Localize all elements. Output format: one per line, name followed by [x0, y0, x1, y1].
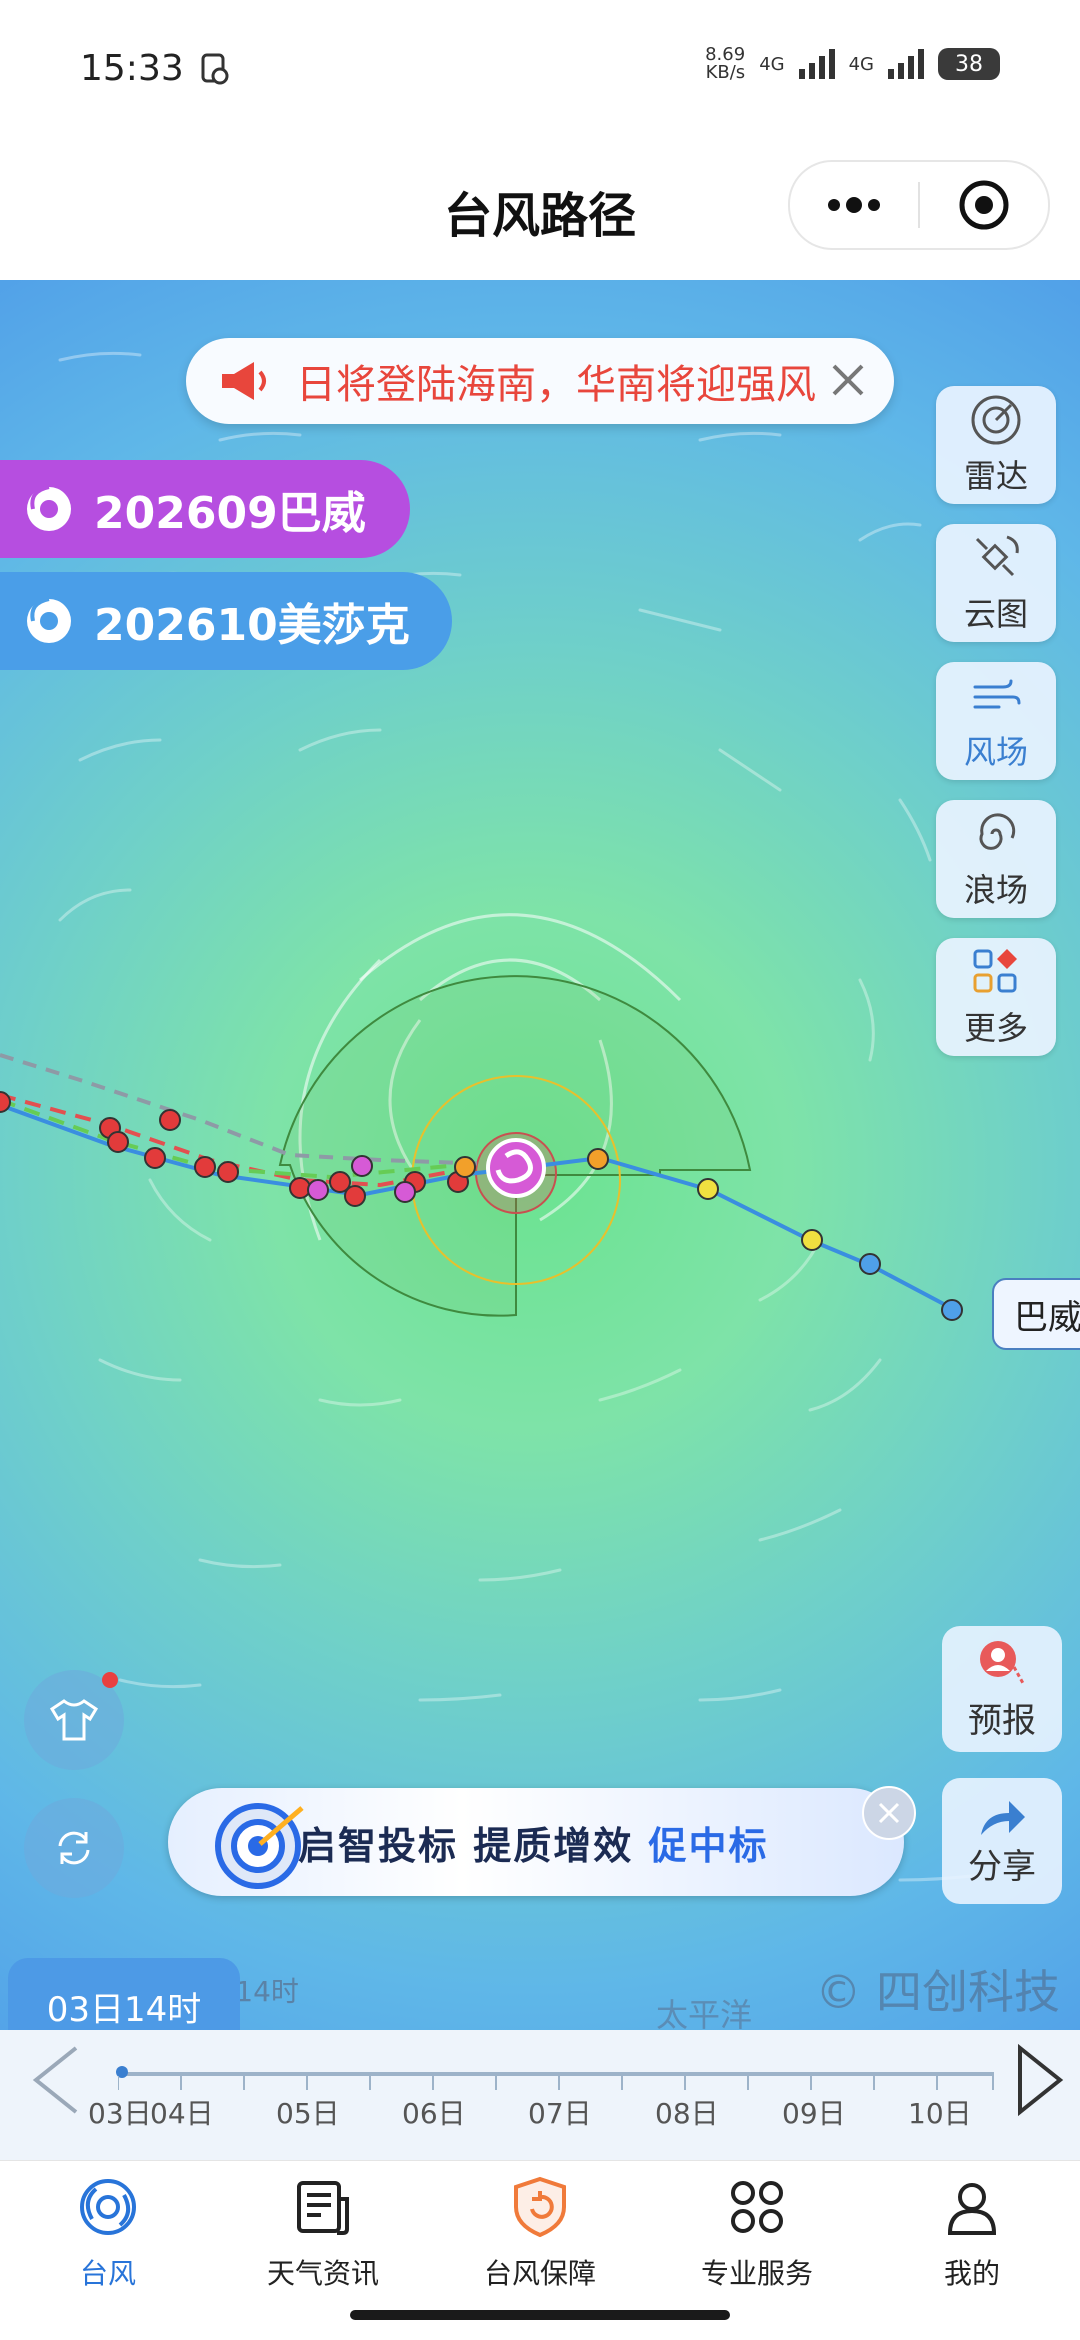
- more-grid-icon: [973, 949, 1017, 993]
- timeline-label: 03日: [88, 2097, 152, 2130]
- shirt-icon: [49, 1699, 99, 1741]
- status-time: 15:33: [80, 48, 184, 89]
- layer-style-button[interactable]: [24, 1670, 124, 1770]
- timeline-label: 06日: [402, 2097, 466, 2130]
- nav-mine[interactable]: 我的: [897, 2175, 1047, 2292]
- typhoon-icon: [27, 485, 71, 531]
- typhoon-map[interactable]: 巴威 日将登陆海南，华南将迎强风 202609巴威 202610美莎克 雷达 云…: [0, 280, 1080, 2030]
- copyright: © 四创科技: [815, 1965, 1060, 2019]
- promo-banner[interactable]: 启智投标 提质增效 促中标: [168, 1788, 904, 1896]
- share-button[interactable]: 分享: [942, 1778, 1062, 1904]
- nav-label: 台风: [79, 2257, 136, 2290]
- satellite-icon: [975, 535, 1019, 577]
- refresh-button[interactable]: [24, 1798, 124, 1898]
- ocean-label: 太平洋: [656, 1996, 753, 2030]
- typhoon-tab-2[interactable]: 202610美莎克: [0, 572, 452, 670]
- nav-label: 我的: [943, 2257, 1000, 2290]
- tool-more[interactable]: 更多: [936, 938, 1056, 1056]
- tool-radar[interactable]: 雷达: [936, 386, 1056, 504]
- notice-bar[interactable]: 日将登陆海南，华南将迎强风: [186, 338, 894, 424]
- target-icon: [959, 180, 1009, 230]
- prev-arrow-icon[interactable]: [26, 2040, 86, 2120]
- promo-text: 启智投标 提质增效 促中标: [298, 1823, 769, 1868]
- play-next-icon[interactable]: [1010, 2040, 1070, 2120]
- nav-label: 台风保障: [483, 2257, 596, 2290]
- forecast-button[interactable]: 预报: [942, 1626, 1062, 1752]
- lock-screen-icon: [201, 53, 229, 85]
- timeline-label: 09日: [782, 2097, 846, 2130]
- close-notice-icon[interactable]: [824, 356, 872, 404]
- nav-typhoon-guard[interactable]: 台风保障: [465, 2175, 615, 2292]
- timeline-label: 10日: [908, 2097, 972, 2130]
- signal-icon: [798, 49, 835, 79]
- nav-label: 天气资讯: [266, 2257, 379, 2290]
- nav-weather-news[interactable]: 天气资讯: [248, 2175, 398, 2292]
- miniprogram-capsule: [788, 160, 1050, 250]
- sim2-label: 4G: [848, 53, 874, 75]
- more-menu-button[interactable]: [790, 162, 918, 248]
- sim1-label: 4G: [759, 53, 785, 75]
- status-bar: 15:33 8.69 KB/s 4G 4G 38: [0, 0, 1080, 140]
- wind-icon: [973, 679, 1021, 709]
- shield-icon: [514, 2176, 566, 2238]
- bullseye-icon: [215, 1803, 304, 1889]
- service-grid-icon: [731, 2181, 783, 2233]
- share-icon: [981, 1800, 1025, 1835]
- track-label[interactable]: 巴威: [992, 1278, 1080, 1350]
- refresh-icon: [58, 1831, 90, 1865]
- net-speed: 8.69 KB/s: [705, 44, 746, 83]
- notice-text: 日将登陆海南，华南将迎强风: [296, 362, 816, 408]
- tool-wave[interactable]: 浪场: [936, 800, 1056, 918]
- radar-icon: [971, 395, 1021, 445]
- tool-cloud[interactable]: 云图: [936, 524, 1056, 642]
- wave-icon: [979, 813, 1016, 850]
- nav-pro-service[interactable]: 专业服务: [682, 2175, 832, 2292]
- home-indicator[interactable]: [350, 2310, 730, 2320]
- timeline-label: 04日: [150, 2097, 214, 2130]
- typhoon-icon: [27, 597, 71, 643]
- close-icon: [878, 1802, 900, 1824]
- news-icon: [297, 2181, 349, 2235]
- nav-label: 专业服务: [700, 2257, 813, 2290]
- typhoon-tab-1[interactable]: 202609巴威: [0, 460, 410, 558]
- close-miniprogram-button[interactable]: [920, 162, 1048, 248]
- timeline-label: 08日: [655, 2097, 719, 2130]
- more-dots-icon: [828, 197, 880, 213]
- timeline-label: 07日: [528, 2097, 592, 2130]
- timeline[interactable]: 03日 04日 05日 06日 07日 08日 09日 10日: [0, 2030, 1080, 2160]
- forecaster-icon: [980, 1640, 1026, 1686]
- battery-indicator: 38: [938, 48, 1000, 80]
- signal-icon-2: [888, 49, 924, 79]
- status-indicators: 8.69 KB/s 4G 4G 38: [705, 46, 1000, 82]
- typhoon-center-icon[interactable]: [486, 1138, 546, 1198]
- timeline-label: 05日: [276, 2097, 340, 2130]
- megaphone-icon: [222, 362, 266, 400]
- current-time-bubble: 03日14时: [8, 1958, 240, 2030]
- nav-typhoon[interactable]: 台风: [33, 2175, 183, 2292]
- tool-wind[interactable]: 风场: [936, 662, 1056, 780]
- user-icon: [947, 2183, 997, 2235]
- typhoon-icon: [80, 2179, 136, 2235]
- title-bar: 台风路径: [0, 140, 1080, 280]
- notification-dot: [102, 1672, 118, 1688]
- close-banner-button[interactable]: [862, 1786, 916, 1840]
